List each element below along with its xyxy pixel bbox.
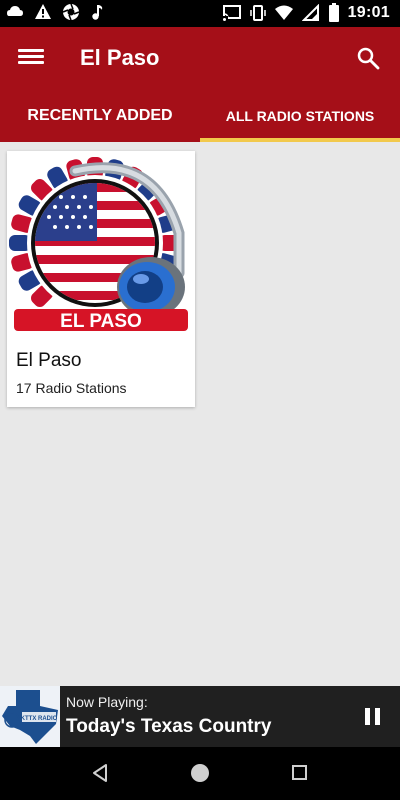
back-icon[interactable] xyxy=(90,763,110,783)
app-bar: El Paso RECENTLY ADDED ALL RADIO STATION… xyxy=(0,27,400,142)
now-playing-label: Now Playing: xyxy=(66,694,148,710)
page-title: El Paso xyxy=(80,45,160,70)
station-thumbnail: KTTX RADIO xyxy=(0,686,60,747)
battery-icon xyxy=(328,3,339,22)
now-playing-bar[interactable]: KTTX RADIO Now Playing: Today's Texas Co… xyxy=(0,686,400,747)
card-title: El Paso xyxy=(16,350,82,371)
vibrate-icon xyxy=(249,5,266,21)
search-icon[interactable] xyxy=(356,46,380,70)
cast-icon xyxy=(221,5,241,22)
aperture-icon xyxy=(62,3,80,21)
cloud-upload-icon xyxy=(7,6,23,16)
signal-icon xyxy=(301,4,319,21)
thumbnail-text: KTTX RADIO xyxy=(21,716,58,722)
tab-label: ALL RADIO STATIONS xyxy=(225,108,375,124)
status-time: 19:01 xyxy=(347,4,390,21)
tab-indicator xyxy=(200,138,400,142)
wifi-icon xyxy=(274,5,293,20)
status-bar: 19:01 xyxy=(0,0,400,27)
tab-all-radio-stations[interactable]: ALL RADIO STATIONS xyxy=(200,97,400,142)
card-subtitle: 17 Radio Stations xyxy=(16,380,127,396)
recents-icon[interactable] xyxy=(291,763,309,783)
home-icon[interactable] xyxy=(190,763,210,783)
tab-bar: RECENTLY ADDED ALL RADIO STATIONS xyxy=(0,97,400,142)
station-card[interactable]: EL PASO El Paso 17 Radio Stations xyxy=(7,151,195,407)
tab-label: RECENTLY ADDED xyxy=(27,107,173,124)
menu-icon[interactable] xyxy=(18,46,44,70)
system-nav-bar xyxy=(0,747,400,800)
pause-icon[interactable] xyxy=(365,708,381,725)
tab-recently-added[interactable]: RECENTLY ADDED xyxy=(0,97,200,142)
music-note-icon xyxy=(92,5,103,20)
logo-badge-text: EL PASO xyxy=(60,311,142,332)
warning-icon xyxy=(35,4,51,19)
track-title: Today's Texas Country xyxy=(66,716,272,737)
el-paso-logo: EL PASO xyxy=(9,157,188,332)
